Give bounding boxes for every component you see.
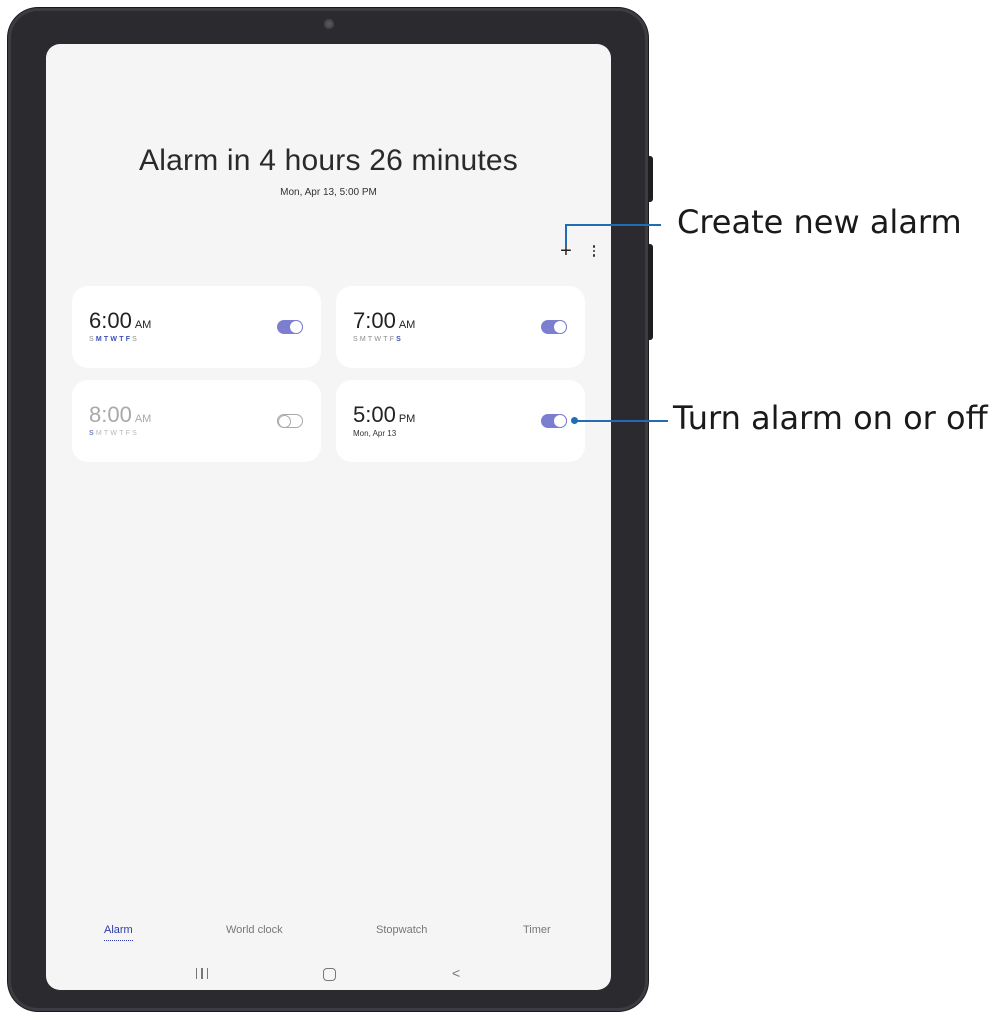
callout-dot-toggle [571, 417, 578, 424]
system-navigation-bar: < [46, 965, 611, 984]
day-wed: W [110, 336, 120, 343]
alarm-date: Mon, Apr 13 [353, 429, 397, 438]
alarm-time: 6:00 AM [89, 308, 151, 334]
day-mon: M [359, 336, 368, 343]
alarm-ampm: PM [398, 413, 416, 425]
more-options-button[interactable] [590, 243, 598, 259]
alarm-toggle[interactable] [277, 414, 303, 428]
alarm-card[interactable]: 7:00 AM SMTWTFS [336, 286, 585, 368]
day-sat: S [396, 336, 404, 343]
alarm-time-value: 8:00 [89, 402, 132, 427]
toggle-knob [289, 320, 303, 334]
tablet-device: Alarm in 4 hours 26 minutes Mon, Apr 13,… [8, 8, 653, 1011]
alarm-time: 8:00 AM [89, 402, 151, 428]
alarm-repeat-days: SMTWTFS [89, 430, 139, 437]
callout-create-new-alarm: Create new alarm [677, 203, 962, 241]
callout-line-toggle [574, 420, 668, 422]
clock-app-screen: Alarm in 4 hours 26 minutes Mon, Apr 13,… [46, 44, 611, 990]
alarm-repeat-days: SMTWTFS [353, 336, 403, 343]
tab-world-clock[interactable]: World clock [226, 924, 283, 936]
bottom-tab-bar: Alarm World clock Stopwatch Timer [46, 924, 611, 944]
volume-button [648, 156, 653, 202]
alarm-time: 7:00 AM [353, 308, 415, 334]
alarm-toggle[interactable] [541, 414, 567, 428]
next-alarm-datetime: Mon, Apr 13, 5:00 PM [280, 187, 377, 198]
alarm-time: 5:00 PM [353, 402, 415, 428]
tab-timer[interactable]: Timer [523, 924, 551, 936]
day-mon: M [95, 336, 104, 343]
day-sat: S [132, 430, 140, 437]
more-vert-icon [590, 245, 598, 257]
day-mon: M [95, 430, 104, 437]
tab-stopwatch[interactable]: Stopwatch [376, 924, 427, 936]
day-sun: S [353, 336, 360, 343]
toggle-knob [277, 414, 291, 428]
toggle-knob [553, 320, 567, 334]
toggle-knob [553, 414, 567, 428]
front-camera [324, 19, 334, 29]
alarm-time-value: 7:00 [353, 308, 396, 333]
alarm-repeat-days: SMTWTFS [89, 336, 139, 343]
day-wed: W [110, 430, 120, 437]
alarm-time-value: 6:00 [89, 308, 132, 333]
day-sat: S [132, 336, 140, 343]
alarm-card[interactable]: 5:00 PM Mon, Apr 13 [336, 380, 585, 462]
alarm-ampm: AM [134, 319, 152, 331]
day-sun: S [89, 430, 96, 437]
callout-line-create-drop [565, 224, 567, 246]
alarm-card[interactable]: 6:00 AM SMTWTFS [72, 286, 321, 368]
alarm-ampm: AM [398, 319, 416, 331]
day-wed: W [374, 336, 384, 343]
home-icon[interactable] [323, 968, 336, 981]
alarm-ampm: AM [134, 413, 152, 425]
alarm-toggle[interactable] [277, 320, 303, 334]
alarm-time-value: 5:00 [353, 402, 396, 427]
recent-apps-icon[interactable] [196, 968, 208, 980]
next-alarm-title: Alarm in 4 hours 26 minutes [139, 144, 518, 177]
tab-alarm[interactable]: Alarm [104, 924, 133, 941]
back-icon[interactable]: < [452, 965, 460, 981]
power-button [648, 244, 653, 340]
callout-turn-alarm-on-off: Turn alarm on or off [673, 399, 988, 437]
callout-line-create [565, 224, 661, 226]
alarm-card[interactable]: 8:00 AM SMTWTFS [72, 380, 321, 462]
alarm-toggle[interactable] [541, 320, 567, 334]
day-sun: S [89, 336, 96, 343]
